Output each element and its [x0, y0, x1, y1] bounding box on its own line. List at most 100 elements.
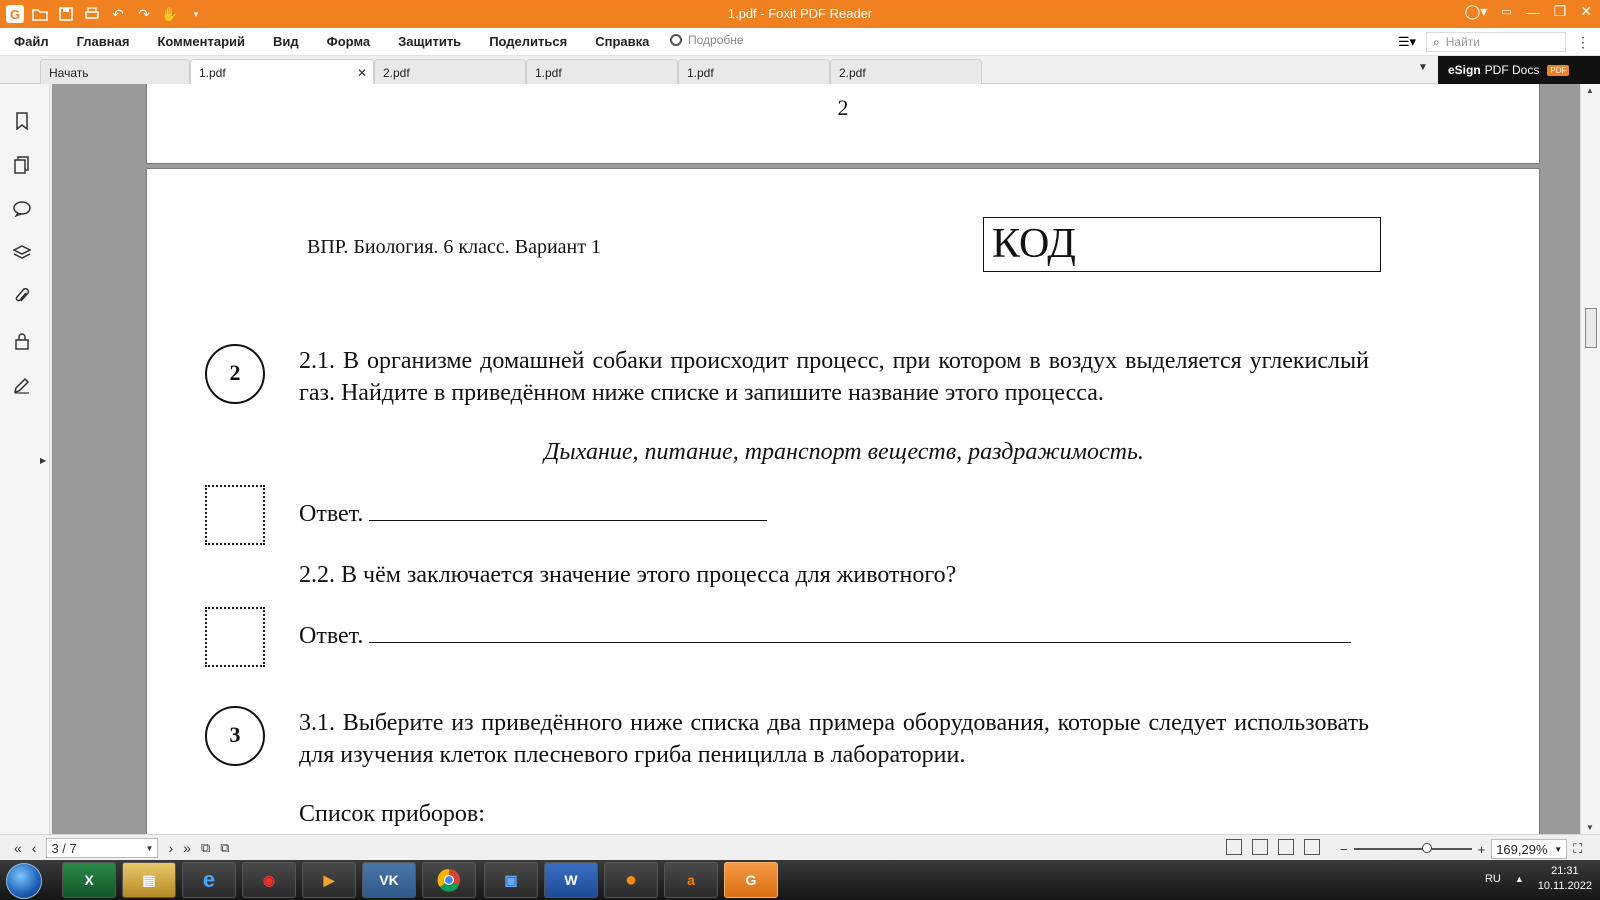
- tab-list-dropdown-icon[interactable]: ▼: [1418, 62, 1428, 73]
- esign-badge: PDF: [1547, 64, 1570, 76]
- question-2-2-text: 2.2. В чём заключается значение этого пр…: [299, 562, 957, 588]
- question-3-1-text: 3.1. Выберите из приведённого ниже списк…: [299, 710, 1369, 768]
- word-taskbar-icon[interactable]: W: [544, 862, 598, 898]
- close-tab-icon[interactable]: ✕: [357, 66, 367, 80]
- menu-form[interactable]: Форма: [327, 34, 370, 49]
- ribbon-toggle-icon[interactable]: ▭: [1501, 5, 1511, 18]
- answer-underline[interactable]: [369, 621, 1352, 643]
- single-page-view-icon[interactable]: [1226, 839, 1242, 855]
- minimize-button[interactable]: —: [1526, 4, 1540, 20]
- explorer-taskbar-icon[interactable]: ▤: [122, 862, 176, 898]
- previous-view-icon[interactable]: ⧉: [201, 840, 210, 856]
- windows-taskbar: X ▤ e ◉ ▶ VK ▣ W ● a G RU ▲ 21:31 10.11.…: [0, 860, 1600, 900]
- clock-date: 10.11.2022: [1537, 880, 1592, 892]
- storage-taskbar-icon[interactable]: ▣: [484, 862, 538, 898]
- previous-page-icon[interactable]: ‹: [32, 840, 37, 856]
- restore-button[interactable]: ❐: [1554, 3, 1567, 20]
- tab-2pdf[interactable]: 2.pdf: [830, 59, 982, 84]
- zoom-control: − + 169,29% ▼ ⛶: [1340, 839, 1582, 859]
- scrollbar-thumb[interactable]: [1585, 308, 1597, 348]
- search-icon: ⌕: [1433, 34, 1440, 49]
- menu-protect[interactable]: Защитить: [398, 34, 461, 49]
- zoom-in-icon[interactable]: +: [1478, 842, 1486, 857]
- avast-taskbar-icon[interactable]: a: [664, 862, 718, 898]
- vk-taskbar-icon[interactable]: VK: [362, 862, 416, 898]
- internet-explorer-taskbar-icon[interactable]: e: [182, 862, 236, 898]
- antivirus-taskbar-icon[interactable]: ◉: [242, 862, 296, 898]
- zoom-slider[interactable]: [1353, 843, 1472, 853]
- expand-panel-icon[interactable]: ▶: [40, 456, 46, 465]
- menu-file[interactable]: Файл: [14, 34, 49, 49]
- menu-view[interactable]: Вид: [273, 34, 299, 49]
- bookmark-icon[interactable]: [11, 110, 33, 132]
- zoom-out-icon[interactable]: −: [1340, 842, 1348, 857]
- navigation-panel: ▶: [0, 84, 50, 834]
- more-options-icon[interactable]: ⋮: [1576, 34, 1590, 51]
- code-box: КОД: [983, 217, 1381, 272]
- menu-comment[interactable]: Комментарий: [157, 34, 245, 49]
- answer-label: Ответ.: [299, 623, 364, 649]
- firefox-taskbar-icon[interactable]: ●: [604, 862, 658, 898]
- page-number: 2: [837, 95, 849, 120]
- language-indicator[interactable]: RU: [1485, 873, 1501, 885]
- comments-icon[interactable]: [11, 198, 33, 220]
- security-lock-icon[interactable]: [11, 330, 33, 352]
- media-player-taskbar-icon[interactable]: ▶: [302, 862, 356, 898]
- scroll-up-icon[interactable]: ▲: [1586, 86, 1594, 95]
- answer-line-2-1: Ответ.: [299, 499, 768, 528]
- next-page-icon[interactable]: ›: [168, 840, 173, 856]
- page-number-input[interactable]: 3 / 7 ▼: [46, 838, 159, 858]
- last-page-icon[interactable]: »: [183, 840, 191, 856]
- vertical-scrollbar[interactable]: ▲ ▼: [1580, 84, 1600, 834]
- fullscreen-icon[interactable]: ⛶: [1573, 841, 1582, 857]
- first-page-icon[interactable]: «: [14, 840, 22, 856]
- title-bar: G ↶ ↷ ✋ ▾ 1.pdf - Foxit PDF Reader ◯▾ ▭ …: [0, 0, 1600, 28]
- tab-1pdf-active[interactable]: 1.pdf ✕: [190, 59, 374, 84]
- system-tray: RU ▲ 21:31 10.11.2022: [1485, 864, 1592, 894]
- zoom-dropdown-icon[interactable]: ▼: [1554, 845, 1562, 854]
- search-input[interactable]: ⌕ Найти: [1426, 32, 1566, 52]
- tab-1pdf[interactable]: 1.pdf: [526, 59, 678, 84]
- answer-line-2-2: Ответ.: [299, 621, 1352, 650]
- pages-icon[interactable]: [11, 154, 33, 176]
- zoom-slider-knob[interactable]: [1421, 843, 1432, 853]
- menu-share[interactable]: Поделиться: [489, 34, 567, 49]
- clock-time: 21:31: [1551, 865, 1579, 877]
- account-icon[interactable]: ◯▾: [1465, 3, 1488, 20]
- attachment-icon[interactable]: [11, 286, 33, 308]
- page-dropdown-icon[interactable]: ▼: [146, 844, 154, 853]
- question-2-1-text: 2.1. В организме домашней собаки происхо…: [299, 348, 1369, 406]
- tab-2pdf[interactable]: 2.pdf: [374, 59, 526, 84]
- equipment-list-heading: Список приборов:: [299, 801, 485, 827]
- chrome-taskbar-icon[interactable]: [422, 862, 476, 898]
- clock[interactable]: 21:31 10.11.2022: [1538, 864, 1592, 894]
- tell-me-box[interactable]: Подробне: [670, 33, 744, 47]
- signature-icon[interactable]: [11, 374, 33, 396]
- zoom-level-input[interactable]: 169,29% ▼: [1491, 839, 1568, 859]
- tab-start[interactable]: Начать: [40, 59, 190, 84]
- excel-taskbar-icon[interactable]: X: [62, 862, 116, 898]
- score-box: [205, 485, 265, 545]
- start-button[interactable]: [6, 863, 42, 899]
- tray-expand-icon[interactable]: ▲: [1515, 874, 1524, 884]
- facing-view-icon[interactable]: [1278, 839, 1294, 855]
- current-page: ВПР. Биология. 6 класс. Вариант 1 КОД 2 …: [146, 168, 1540, 834]
- foxit-taskbar-icon[interactable]: G: [724, 862, 778, 898]
- layers-icon[interactable]: [11, 242, 33, 264]
- esign-button[interactable]: eSign PDF Docs PDF: [1438, 56, 1600, 84]
- answer-underline[interactable]: [369, 499, 768, 521]
- tab-1pdf[interactable]: 1.pdf: [678, 59, 830, 84]
- continuous-facing-view-icon[interactable]: [1304, 839, 1320, 855]
- search-placeholder: Найти: [1445, 35, 1480, 49]
- close-button[interactable]: ✕: [1580, 3, 1592, 20]
- scroll-down-icon[interactable]: ▼: [1586, 823, 1594, 832]
- search-settings-icon[interactable]: ☰▾: [1398, 34, 1416, 50]
- esign-bold-label: eSign: [1448, 63, 1481, 77]
- document-viewport[interactable]: 2 ВПР. Биология. 6 класс. Вариант 1 КОД …: [52, 84, 1580, 834]
- question-number-badge: 3: [205, 706, 265, 766]
- next-view-icon[interactable]: ⧉: [220, 840, 229, 856]
- menu-home[interactable]: Главная: [77, 34, 130, 49]
- continuous-view-icon[interactable]: [1252, 839, 1268, 855]
- menu-help[interactable]: Справка: [595, 34, 649, 49]
- answer-label: Ответ.: [299, 501, 364, 527]
